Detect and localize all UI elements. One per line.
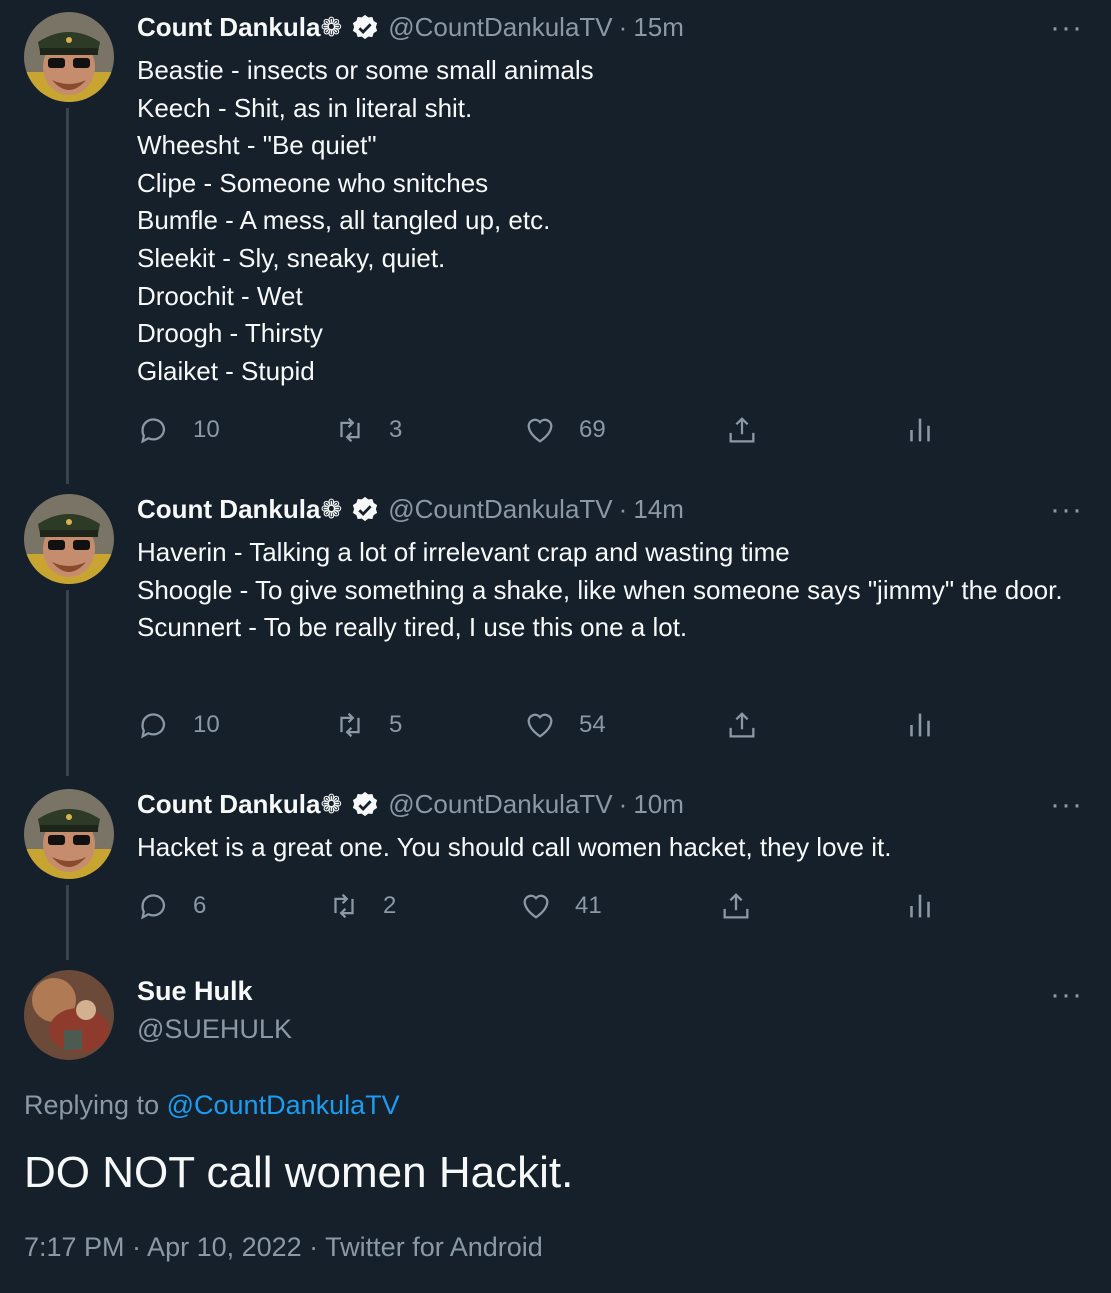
share-icon [723, 893, 749, 919]
analytics-button[interactable] [903, 889, 959, 923]
tweet-time[interactable]: 14m [633, 494, 684, 525]
reply-icon [141, 418, 166, 444]
tweet-text: Hacket is a great one. You should call w… [137, 829, 1087, 867]
share-button[interactable] [725, 413, 781, 447]
separator-dot: · [618, 12, 628, 42]
analytics-button[interactable] [903, 708, 959, 742]
name-emoji: ❁ [320, 789, 343, 819]
tweet-line: Scunnert - To be really tired, I use thi… [137, 612, 688, 643]
tweet-line: Glaiket - Stupid [137, 355, 315, 386]
avatar[interactable] [24, 494, 114, 584]
reply-count: 6 [193, 892, 207, 919]
replying-to-link[interactable]: @CountDankulaTV [167, 1090, 400, 1120]
avatar[interactable] [24, 789, 114, 879]
more-icon[interactable]: ··· [1050, 495, 1083, 525]
retweet-button[interactable]: 2 [327, 889, 396, 923]
tweet-line: Keech - Shit, as in literal shit. [137, 92, 473, 123]
like-count: 69 [579, 416, 606, 443]
tweet[interactable]: Count Dankula ❁ @CountDankulaTV · 10m ···… [0, 777, 1111, 957]
tweet-line: Beastie - insects or some small animals [137, 55, 594, 85]
retweet-count: 5 [389, 711, 403, 738]
replying-prefix: Replying to [24, 1090, 160, 1120]
verified-badge-icon [350, 790, 380, 820]
tweet-line: Droochit - Wet [137, 280, 303, 311]
reply-icon [141, 713, 166, 739]
reply-count: 10 [193, 711, 220, 738]
action-bar: 10 3 69 [137, 413, 937, 453]
action-bar: 6 2 41 [137, 889, 937, 929]
tweet-line: Sleekit - Sly, sneaky, quiet. [137, 242, 446, 273]
more-icon[interactable]: ··· [1050, 790, 1083, 820]
reply-count: 10 [193, 416, 220, 443]
tweet-time[interactable]: 15m [633, 12, 684, 43]
retweet-icon [340, 712, 360, 738]
heart-icon [527, 418, 553, 443]
tweet-text: Haverin - Talking a lot of irrelevant cr… [137, 534, 1087, 647]
tweet-header: Count Dankula ❁ @CountDankulaTV · 10m [137, 789, 684, 820]
retweet-count: 2 [383, 892, 397, 919]
like-button[interactable]: 54 [523, 708, 606, 742]
like-count: 41 [575, 892, 602, 919]
author-handle[interactable]: @CountDankulaTV [388, 789, 612, 820]
verified-badge-icon [350, 495, 380, 525]
more-icon[interactable]: ··· [1050, 980, 1083, 1010]
tweet-line: Clipe - Someone who snitches [137, 167, 489, 198]
separator-dot: · [618, 494, 628, 524]
analytics-icon [910, 894, 930, 918]
retweet-icon [334, 893, 354, 919]
reply-icon [141, 894, 166, 920]
author-name[interactable]: Count Dankula [137, 789, 320, 820]
tweet-line: Wheesht - "Be quiet" [137, 130, 377, 161]
author-handle[interactable]: @SUEHULK [137, 1014, 292, 1045]
author-handle[interactable]: @CountDankulaTV [388, 494, 612, 525]
retweet-count: 3 [389, 416, 403, 443]
author-name[interactable]: Sue Hulk [137, 976, 253, 1007]
tweet-line: Shoogle - To give something a shake, lik… [137, 574, 1063, 605]
tweet-line: Haverin - Talking a lot of irrelevant cr… [137, 537, 790, 567]
avatar[interactable] [24, 12, 114, 102]
reply-button[interactable]: 10 [137, 413, 220, 447]
analytics-icon [910, 418, 930, 442]
share-icon [729, 712, 755, 738]
share-button[interactable] [725, 708, 781, 742]
tweet-line: Bumfle - A mess, all tangled up, etc. [137, 205, 551, 236]
author-name[interactable]: Count Dankula [137, 494, 320, 525]
share-icon [729, 417, 755, 443]
tweet-line: Hacket is a great one. You should call w… [137, 832, 892, 862]
retweet-button[interactable]: 3 [333, 413, 402, 447]
tweet-time[interactable]: 10m [633, 789, 684, 820]
analytics-icon [910, 713, 930, 737]
avatar[interactable] [24, 970, 114, 1060]
more-icon[interactable]: ··· [1050, 13, 1083, 43]
action-bar: 10 5 54 [137, 708, 937, 748]
tweet[interactable]: Count Dankula ❁ @CountDankulaTV · 15m ···… [0, 0, 1111, 480]
tweet[interactable]: Count Dankula ❁ @CountDankulaTV · 14m ···… [0, 482, 1111, 772]
reply-button[interactable]: 10 [137, 708, 220, 742]
reply-button[interactable]: 6 [137, 889, 206, 923]
tweet-meta[interactable]: 7:17 PM · Apr 10, 2022 · Twitter for And… [24, 1232, 543, 1263]
share-button[interactable] [719, 889, 775, 923]
replying-to: Replying to @CountDankulaTV [24, 1090, 400, 1121]
tweet-header: Count Dankula ❁ @CountDankulaTV · 14m [137, 494, 684, 525]
retweet-button[interactable]: 5 [333, 708, 402, 742]
analytics-button[interactable] [903, 413, 959, 447]
author-handle[interactable]: @CountDankulaTV [388, 12, 612, 43]
name-emoji: ❁ [320, 12, 343, 42]
verified-badge-icon [350, 13, 380, 43]
heart-icon [527, 713, 553, 738]
heart-icon [523, 894, 549, 919]
like-count: 54 [579, 711, 606, 738]
tweet-line: Droogh - Thirsty [137, 318, 323, 349]
like-button[interactable]: 69 [523, 413, 606, 447]
main-tweet-text: DO NOT call women Hackit. [24, 1148, 574, 1197]
retweet-icon [340, 417, 360, 443]
like-button[interactable]: 41 [519, 889, 602, 923]
tweet-text: Beastie - insects or some small animals … [137, 52, 1087, 390]
separator-dot: · [618, 789, 628, 819]
author-name[interactable]: Count Dankula [137, 12, 320, 43]
name-emoji: ❁ [320, 494, 343, 524]
tweet-header: Count Dankula ❁ @CountDankulaTV · 15m [137, 12, 684, 43]
